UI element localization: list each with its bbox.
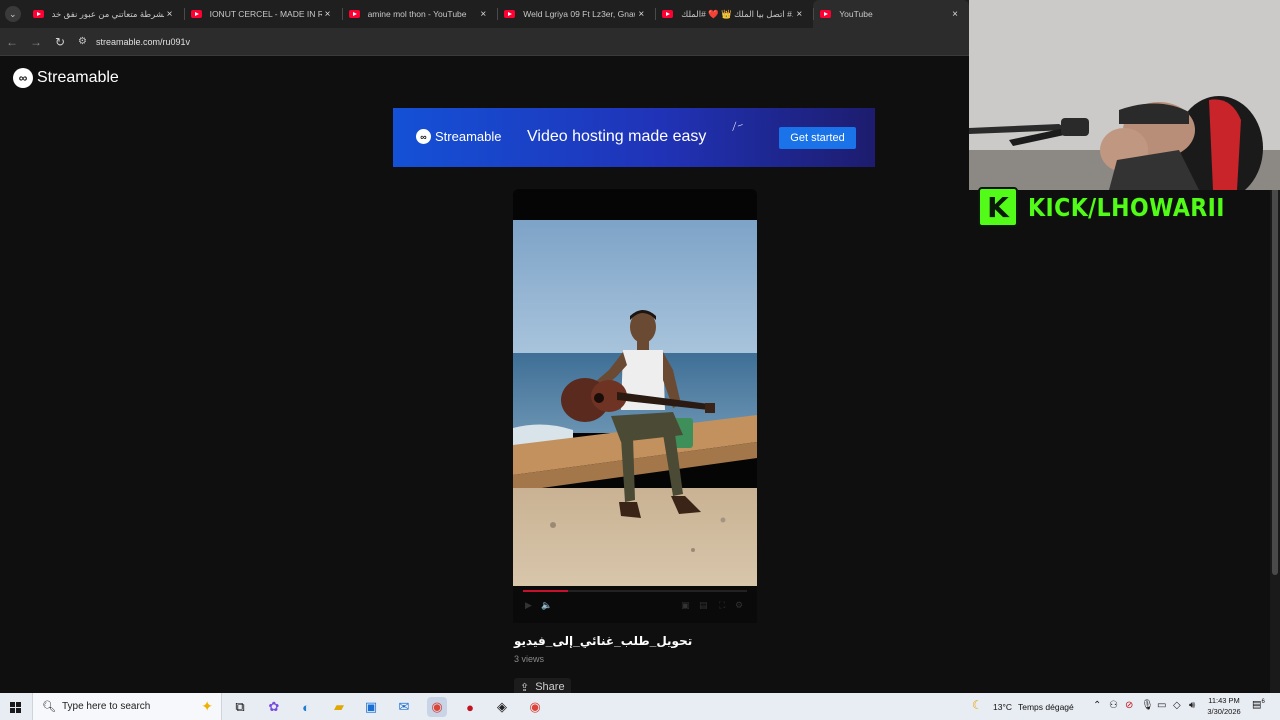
task-view-icon[interactable]: ⧉: [230, 697, 250, 717]
logo-text: Streamable: [37, 69, 119, 86]
tab-label: amine mol thon - YouTube: [367, 9, 467, 19]
close-icon[interactable]: ×: [635, 9, 647, 20]
share-icon: ⇪: [520, 681, 530, 694]
tab-3[interactable]: amine mol thon - YouTube ×: [341, 0, 498, 28]
forward-arrow-icon[interactable]: →: [24, 28, 48, 56]
chevron-down-icon: ⌄: [4, 6, 21, 22]
site-settings-icon[interactable]: ⚙: [78, 36, 92, 47]
search-icon: 🔍︎: [42, 701, 56, 713]
weather-description[interactable]: Temps dégagé: [1018, 702, 1074, 712]
app-red-circle-icon[interactable]: ●: [460, 697, 480, 717]
play-icon[interactable]: ▶: [525, 600, 532, 611]
video-views: 3 views: [514, 654, 545, 664]
player-controls: ▶ 🔈 ▣ ▤ ⛶ ⚙: [513, 586, 757, 623]
kick-logo-icon: K: [978, 187, 1018, 227]
close-icon[interactable]: ×: [477, 9, 489, 20]
chevron-up-icon[interactable]: ⌃: [1093, 700, 1101, 711]
chrome-profile-icon[interactable]: ◉: [525, 697, 545, 717]
reload-icon[interactable]: ↻: [48, 28, 72, 56]
notification-center-icon[interactable]: ▤6: [1252, 699, 1265, 710]
youtube-icon: [504, 10, 516, 18]
chrome-icon[interactable]: ◉: [427, 697, 447, 717]
get-started-button[interactable]: Get started: [779, 127, 856, 149]
volume-icon[interactable]: 🔈: [541, 600, 552, 611]
close-icon[interactable]: ×: [793, 9, 805, 20]
tab-6[interactable]: YouTube ×: [813, 0, 969, 28]
weather-temperature[interactable]: 13°C: [993, 702, 1012, 712]
copilot-sparkle-icon: ✦: [201, 698, 213, 714]
close-icon[interactable]: ×: [164, 9, 176, 20]
speaker-icon[interactable]: 🔊︎: [1189, 700, 1195, 711]
outlook-icon[interactable]: ✉: [394, 697, 414, 717]
settings-icon[interactable]: ⚙: [735, 600, 743, 611]
sparkle-icon: ⟋⎯: [729, 119, 745, 134]
promo-banner[interactable]: ∞ Streamable Video hosting made easy ⟋⎯ …: [393, 108, 875, 167]
system-clock[interactable]: 11:43 PM 3/30/2026: [1203, 695, 1245, 717]
wifi-icon[interactable]: ◇: [1173, 700, 1181, 711]
video-player[interactable]: ▶ 🔈 ▣ ▤ ⛶ ⚙: [513, 189, 757, 623]
progress-fill: [523, 590, 568, 592]
edge-icon[interactable]: ◐: [296, 697, 316, 717]
network-icon[interactable]: ⚇: [1109, 700, 1118, 711]
windows-start-icon[interactable]: [5, 697, 25, 717]
banner-logo: ∞ Streamable: [416, 129, 501, 144]
youtube-icon: [32, 10, 44, 18]
picture-in-picture-icon[interactable]: ▤: [699, 600, 708, 611]
kick-channel-name: KICK/LHOWARII: [1027, 192, 1225, 223]
video-frame[interactable]: [513, 220, 757, 586]
infinity-icon: ∞: [416, 129, 431, 144]
video-thumbnail-image: [513, 220, 757, 586]
back-arrow-icon[interactable]: ←: [0, 28, 24, 56]
taskbar-search-box[interactable]: 🔍︎ Type here to search ✦: [32, 693, 222, 720]
capcut-icon[interactable]: ◈: [492, 697, 512, 717]
youtube-icon: [348, 10, 360, 18]
copilot-icon[interactable]: ✿: [264, 697, 284, 717]
tab-search-button[interactable]: ⌄: [0, 0, 26, 28]
streamable-logo[interactable]: ∞ Streamable: [13, 68, 119, 88]
close-icon[interactable]: ×: [949, 9, 961, 20]
youtube-icon: [820, 10, 832, 18]
kick-channel-tag: K KICK/LHOWARII: [978, 186, 1268, 228]
close-icon[interactable]: ×: [322, 9, 334, 20]
webcam-overlay: [969, 0, 1280, 190]
fullscreen-icon[interactable]: ⛶: [719, 600, 725, 611]
tab-label: الشرطة متعاتني من عبور نفق خد...: [51, 8, 164, 19]
webcam-feed-image: [969, 0, 1280, 190]
search-placeholder: Type here to search: [61, 701, 151, 712]
tab-label: اتصل بيا الملك 👑 ❤️ #الملك #...: [681, 8, 793, 19]
progress-bar[interactable]: [523, 590, 747, 592]
video-title: تحويل_طلب_غنائي_إلى_فيديو: [514, 634, 693, 648]
notification-count: 6: [1261, 699, 1265, 705]
share-label: Share: [535, 681, 565, 693]
youtube-icon: [190, 10, 202, 18]
weather-moon-icon[interactable]: ☾: [972, 698, 983, 712]
banner-tagline: Video hosting made easy: [527, 128, 707, 145]
captions-icon[interactable]: ▣: [681, 600, 690, 611]
infinity-icon: ∞: [13, 68, 33, 88]
file-explorer-icon[interactable]: ▰: [329, 697, 349, 717]
tab-2[interactable]: IONUT CERCEL - MADE IN ROMANIA×: [183, 0, 342, 28]
tab-4[interactable]: Weld Lgriya 09 Ft Lz3er, Gnawi...×: [497, 0, 655, 28]
windows-taskbar: 🔍︎ Type here to search ✦ ⧉ ✿ ◐ ▰ ▣ ✉ ◉ ●…: [0, 693, 1280, 720]
display-icon[interactable]: ▭: [1157, 700, 1166, 711]
tab-label: YouTube: [839, 9, 873, 19]
banner-brand: Streamable: [435, 129, 502, 144]
youtube-icon: [662, 10, 674, 18]
scrollbar-thumb[interactable]: [1272, 177, 1278, 575]
tab-1[interactable]: الشرطة متعاتني من عبور نفق خد...×: [26, 0, 184, 28]
clock-date: 3/30/2026: [1207, 707, 1241, 716]
microphone-icon[interactable]: 🎙︎: [1141, 700, 1154, 711]
tab-label: IONUT CERCEL - MADE IN ROMANIA: [209, 9, 322, 19]
browser-tab-strip: ⌄ الشرطة متعاتني من عبور نفق خد...× IONU…: [0, 0, 969, 28]
tab-5[interactable]: اتصل بيا الملك 👑 ❤️ #الملك #...×: [655, 0, 813, 28]
tab-label: Weld Lgriya 09 Ft Lz3er, Gnawi...: [523, 9, 635, 19]
clock-time: 11:43 PM: [1208, 696, 1240, 705]
microsoft-store-icon[interactable]: ▣: [361, 697, 381, 717]
security-icon[interactable]: ⊘: [1125, 700, 1133, 711]
address-bar: ← → ↻ ⚙ streamable.com/ru091v: [0, 28, 969, 56]
url-field[interactable]: streamable.com/ru091v: [96, 37, 190, 47]
